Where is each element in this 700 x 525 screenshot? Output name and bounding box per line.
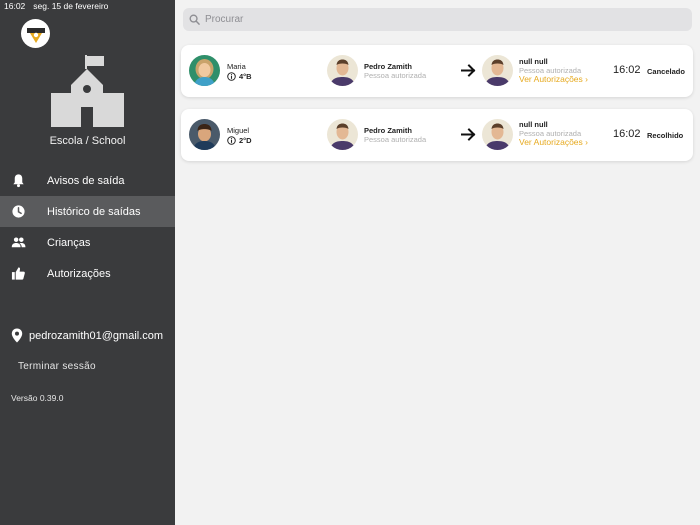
arrow-right-icon [461, 64, 476, 77]
user-email: pedrozamith01@gmail.com [29, 329, 164, 342]
nav-item-label: Histórico de saídas [47, 205, 141, 218]
nav-item-exit-notices[interactable]: Avisos de saída [0, 165, 175, 196]
status-date: seg. 15 de fevereiro [33, 1, 109, 11]
school-icon [51, 55, 124, 127]
arrow-right-icon [461, 128, 476, 141]
from-person-role: Pessoa autorizada [364, 135, 427, 144]
view-authorizations-label: Ver Autorizações [519, 137, 583, 147]
history-icon [12, 205, 25, 218]
nav-item-authorizations[interactable]: Autorizações [0, 258, 175, 289]
child-avatar [189, 119, 220, 150]
to-person-name: null null [519, 57, 548, 66]
sidebar: 16:02 seg. 15 de fevereiro Escola / Scho… [0, 0, 175, 525]
child-class-label: 2°D [239, 136, 252, 145]
exit-time: 16:02 [613, 64, 641, 76]
app-logo [21, 19, 50, 48]
from-person-name: Pedro Zamith [364, 62, 412, 71]
people-icon [11, 237, 26, 248]
child-avatar [189, 55, 220, 86]
exit-record-card[interactable]: Miguel 2°D Pedro Zamith Pessoa autorizad… [181, 109, 693, 161]
exit-time: 16:02 [613, 128, 641, 140]
search-icon [189, 14, 200, 25]
child-class-label: 4°B [239, 72, 252, 81]
search-bar [183, 8, 692, 31]
nav-item-label: Autorizações [47, 267, 111, 280]
from-person-avatar [327, 55, 358, 86]
info-icon [227, 72, 236, 81]
status-time: 16:02 [4, 1, 26, 11]
to-person-avatar [482, 55, 513, 86]
nav-item-label: Avisos de saída [47, 174, 125, 187]
status-bar: 16:02 seg. 15 de fevereiro [0, 0, 175, 12]
from-person-avatar [327, 119, 358, 150]
school-name: Escola / School [49, 135, 126, 147]
app-version: Versão 0.39.0 [11, 393, 64, 403]
bell-icon [13, 174, 24, 188]
status-badge: Cancelado [647, 67, 685, 76]
search-input[interactable] [205, 14, 665, 25]
location-pin-icon [11, 328, 23, 343]
exit-record-card[interactable]: Maria 4°B Pedro Zamith Pessoa autorizada… [181, 45, 693, 97]
child-class: 2°D [227, 136, 252, 145]
chevron-right-icon: › [585, 137, 589, 147]
nav-item-children[interactable]: Crianças [0, 227, 175, 258]
nav-item-exit-history[interactable]: Histórico de saídas [0, 196, 175, 227]
from-person-role: Pessoa autorizada [364, 71, 427, 80]
view-authorizations-link[interactable]: Ver Autorizações › [519, 137, 588, 147]
nav-item-label: Crianças [47, 236, 91, 249]
user-email-row: pedrozamith01@gmail.com [11, 328, 163, 343]
child-class: 4°B [227, 72, 252, 81]
logout-button[interactable]: Terminar sessão [18, 361, 96, 372]
from-person-name: Pedro Zamith [364, 126, 412, 135]
info-icon [227, 136, 236, 145]
chevron-right-icon: › [585, 74, 589, 84]
view-authorizations-label: Ver Autorizações [519, 74, 583, 84]
status-badge: Recolhido [647, 131, 684, 140]
child-name: Maria [227, 62, 246, 71]
child-name: Miguel [227, 126, 250, 135]
thumbs-up-icon [11, 267, 25, 280]
to-person-name: null null [519, 120, 548, 129]
view-authorizations-link[interactable]: Ver Autorizações › [519, 74, 588, 84]
to-person-avatar [482, 119, 513, 150]
